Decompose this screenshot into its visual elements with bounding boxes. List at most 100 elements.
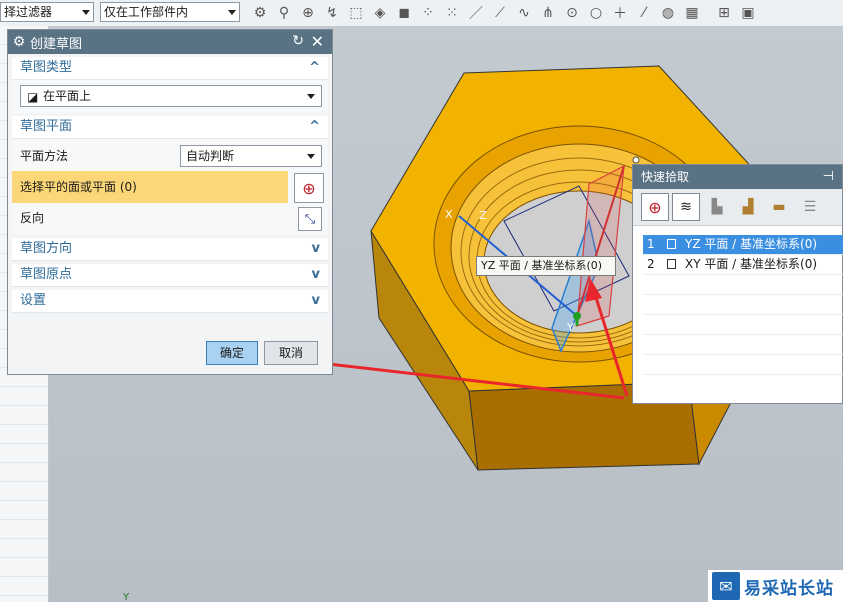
watermark-text: 易采站长站 bbox=[744, 578, 834, 599]
chevron-down-icon[interactable]: v bbox=[312, 264, 320, 286]
magnet-icon[interactable]: ⚲ bbox=[272, 2, 296, 24]
cube-icon[interactable]: ◼ bbox=[392, 2, 416, 24]
quick-pick-titlebar: 快速拾取 ⊣ bbox=[633, 165, 842, 189]
pin-icon[interactable]: ⊣ bbox=[823, 165, 834, 189]
cancel-button[interactable]: 取消 bbox=[264, 341, 318, 365]
chevron-down-icon[interactable]: v bbox=[312, 238, 320, 260]
section-title: 草图方向 bbox=[20, 241, 73, 256]
pick-tooltip: YZ 平面 / 基准坐标系(0) bbox=[476, 256, 616, 276]
section-sketch-direction: 草图方向 v bbox=[12, 238, 328, 261]
quick-pick-list: 1 YZ 平面 / 基准坐标系(0) 2 XY 平面 / 基准坐标系(0) bbox=[643, 235, 843, 375]
point-snap-icon[interactable]: ⊕ bbox=[296, 2, 320, 24]
plane-icon bbox=[667, 239, 676, 249]
sketch-type-select[interactable]: ◪ 在平面上 bbox=[20, 85, 322, 107]
plane-icon bbox=[667, 259, 676, 269]
circle-icon[interactable]: ○ bbox=[584, 2, 608, 24]
scope-select-value: 仅在工作部件内 bbox=[104, 5, 189, 19]
list-item[interactable]: 1 YZ 平面 / 基准坐标系(0) bbox=[643, 235, 843, 255]
tangent-icon[interactable]: ⟋ bbox=[488, 2, 512, 24]
section-sketch-plane: 草图平面 ^ 平面方法 自动判断 选择平的面或平面 (0) ⊕ 反向 ⤡ bbox=[12, 116, 328, 235]
chevron-down-icon[interactable]: v bbox=[312, 290, 320, 312]
line-icon[interactable]: ／ bbox=[464, 2, 488, 24]
grid-icon[interactable]: ▦ bbox=[680, 2, 704, 24]
face-icon[interactable]: ◍ bbox=[656, 2, 680, 24]
section-title: 草图类型 bbox=[20, 60, 73, 75]
scope-select[interactable]: 仅在工作部件内 bbox=[100, 2, 240, 22]
section-header[interactable]: 草图方向 v bbox=[12, 238, 328, 261]
sketch-type-value: 在平面上 bbox=[43, 89, 92, 103]
dialog-title: 创建草图 bbox=[30, 36, 83, 52]
reset-icon[interactable]: ↻ bbox=[292, 33, 304, 49]
filter-select[interactable]: 择过滤器 bbox=[0, 2, 94, 22]
section-header[interactable]: 设置 v bbox=[12, 290, 328, 313]
intersect-icon[interactable]: ⋔ bbox=[536, 2, 560, 24]
item-label: XY 平面 / 基准坐标系(0) bbox=[685, 257, 818, 271]
gear-icon: ⚙ bbox=[12, 34, 26, 50]
create-sketch-dialog: ⚙ 创建草图 ↻ ✕ 草图类型 ^ ◪ 在平面上 草图平面 ^ 平面方法 自动判… bbox=[7, 29, 333, 375]
x-axis-label: X bbox=[445, 208, 453, 221]
reverse-button[interactable]: ⤡ bbox=[298, 207, 322, 231]
scatter-icon[interactable]: ⁙ bbox=[440, 2, 464, 24]
section-header[interactable]: 草图原点 v bbox=[12, 264, 328, 287]
edge-icon[interactable]: ⁄ bbox=[632, 2, 656, 24]
spline-icon[interactable]: ∿ bbox=[512, 2, 536, 24]
reverse-label: 反向 bbox=[20, 211, 45, 225]
image-icon[interactable]: ▣ bbox=[736, 2, 760, 24]
quick-pick-title: 快速拾取 bbox=[641, 170, 690, 184]
plane-icon: ◪ bbox=[27, 90, 39, 104]
chevron-down-icon bbox=[307, 94, 315, 99]
item-number: 1 bbox=[647, 237, 655, 251]
item-label: YZ 平面 / 基准坐标系(0) bbox=[685, 237, 818, 251]
section-title: 草图原点 bbox=[20, 267, 73, 282]
z-axis-label: Z bbox=[479, 209, 487, 222]
y-axis-label: Y bbox=[566, 321, 574, 334]
body-filter-icon[interactable]: ▙ bbox=[703, 193, 731, 221]
chevron-down-icon bbox=[228, 10, 236, 15]
points-icon[interactable]: ⁘ bbox=[416, 2, 440, 24]
site-watermark: ✉ 易采站长站 bbox=[708, 570, 843, 602]
y-axis-label: Y bbox=[122, 592, 130, 602]
section-sketch-type: 草图类型 ^ ◪ 在平面上 bbox=[12, 57, 328, 113]
chevron-down-icon bbox=[82, 10, 90, 15]
list-filter-icon[interactable]: ☰ bbox=[796, 193, 824, 221]
quick-pick-dialog: 快速拾取 ⊣ ⊕ ≋ ▙ ▟ ▬ ☰ 1 YZ 平面 / 基准坐标系(0) 2 … bbox=[632, 164, 843, 404]
curve-icon[interactable]: ↯ bbox=[320, 2, 344, 24]
select-plane-button[interactable]: ⊕ bbox=[294, 173, 324, 203]
crosshair-icon[interactable]: ⊕ bbox=[641, 193, 669, 221]
snap-icon[interactable]: ⚙ bbox=[248, 2, 272, 24]
crosshair-icon: ⊕ bbox=[302, 178, 316, 198]
feature-filter-icon[interactable]: ▟ bbox=[734, 193, 762, 221]
section-header[interactable]: 草图类型 ^ bbox=[12, 57, 328, 80]
face-filter-icon[interactable]: ▬ bbox=[765, 193, 793, 221]
section-title: 草图平面 bbox=[20, 119, 73, 134]
cross-icon[interactable]: ＋ bbox=[608, 2, 632, 24]
quick-pick-toolbar: ⊕ ≋ ▙ ▟ ▬ ☰ bbox=[633, 189, 842, 226]
select-plane-label: 选择平的面或平面 (0) bbox=[20, 180, 137, 194]
section-settings: 设置 v bbox=[12, 290, 328, 313]
select-plane-row[interactable]: 选择平的面或平面 (0) bbox=[12, 171, 288, 203]
filter-select-value: 择过滤器 bbox=[4, 5, 53, 19]
box-select-icon[interactable]: ⬚ bbox=[344, 2, 368, 24]
plane-method-value: 自动判断 bbox=[186, 149, 235, 163]
section-sketch-origin: 草图原点 v bbox=[12, 264, 328, 287]
chevron-up-icon[interactable]: ^ bbox=[309, 116, 320, 138]
center-icon[interactable]: ⊙ bbox=[560, 2, 584, 24]
plane-method-select[interactable]: 自动判断 bbox=[180, 145, 322, 167]
list-item[interactable]: 2 XY 平面 / 基准坐标系(0) bbox=[643, 255, 843, 275]
ok-button[interactable]: 确定 bbox=[206, 341, 258, 365]
curve-filter-icon[interactable]: ≋ bbox=[672, 193, 700, 221]
logo-icon: ✉ bbox=[712, 572, 740, 600]
solid-icon[interactable]: ◈ bbox=[368, 2, 392, 24]
plane-method-label: 平面方法 bbox=[20, 149, 69, 163]
section-header[interactable]: 草图平面 ^ bbox=[12, 116, 328, 139]
section-title: 设置 bbox=[20, 293, 47, 308]
chevron-down-icon bbox=[307, 154, 315, 159]
toolbar-icons: ⚙ ⚲ ⊕ ↯ ⬚ ◈ ◼ ⁘ ⁙ ／ ⟋ ∿ ⋔ ⊙ ○ ＋ ⁄ ◍ ▦ ⊞ … bbox=[248, 2, 760, 24]
close-icon[interactable]: ✕ bbox=[311, 32, 324, 51]
view-icon[interactable]: ⊞ bbox=[712, 2, 736, 24]
item-number: 2 bbox=[647, 257, 655, 271]
dialog-titlebar: ⚙ 创建草图 ↻ ✕ bbox=[8, 30, 332, 54]
reverse-direction-icon: ⤡ bbox=[304, 211, 316, 227]
chevron-up-icon[interactable]: ^ bbox=[309, 57, 320, 79]
top-toolbar: 择过滤器 仅在工作部件内 ⚙ ⚲ ⊕ ↯ ⬚ ◈ ◼ ⁘ ⁙ ／ ⟋ ∿ ⋔ ⊙… bbox=[0, 0, 843, 27]
